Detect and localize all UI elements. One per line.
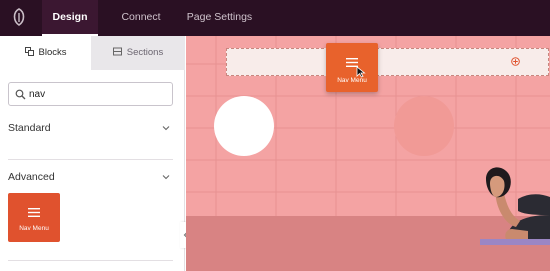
mouse-cursor-icon <box>356 66 366 78</box>
tab-connect[interactable]: Connect <box>112 0 170 36</box>
top-bar: Design Connect Page Settings <box>0 0 550 36</box>
tab-sections-label: Sections <box>126 47 164 58</box>
tab-design[interactable]: Design <box>42 0 98 36</box>
dragged-nav-menu-block[interactable]: Nav Menu <box>326 43 378 92</box>
search-icon <box>15 89 26 100</box>
yoga-person-image <box>480 167 550 245</box>
sidebar: Blocks Sections Standard Advanced Nav Me… <box>0 36 185 271</box>
search-field[interactable] <box>8 82 173 106</box>
search-input[interactable] <box>29 86 169 102</box>
block-nav-menu-label: Nav Menu <box>19 225 49 232</box>
white-circle-decoration <box>214 96 274 156</box>
hamburger-icon <box>28 208 40 217</box>
tab-blocks-label: Blocks <box>38 47 67 58</box>
tab-blocks[interactable]: Blocks <box>0 36 91 70</box>
tab-page-settings[interactable]: Page Settings <box>182 0 257 36</box>
app-logo-icon[interactable] <box>8 6 30 28</box>
sections-icon <box>112 47 122 56</box>
drop-zone[interactable] <box>226 48 549 76</box>
divider <box>8 260 173 261</box>
pink-circle-decoration <box>394 96 454 156</box>
add-block-icon[interactable] <box>511 57 520 66</box>
divider <box>8 159 173 160</box>
chevron-down-icon[interactable] <box>162 124 170 132</box>
block-nav-menu[interactable]: Nav Menu <box>8 193 60 242</box>
dragged-block-label: Nav Menu <box>337 77 367 84</box>
tab-sections[interactable]: Sections <box>91 36 185 70</box>
page-canvas[interactable]: Nav Menu <box>186 36 550 271</box>
chevron-down-icon[interactable] <box>162 173 170 181</box>
blocks-icon <box>24 47 34 56</box>
section-advanced-title[interactable]: Advanced <box>8 171 55 183</box>
section-standard-title[interactable]: Standard <box>8 122 51 134</box>
